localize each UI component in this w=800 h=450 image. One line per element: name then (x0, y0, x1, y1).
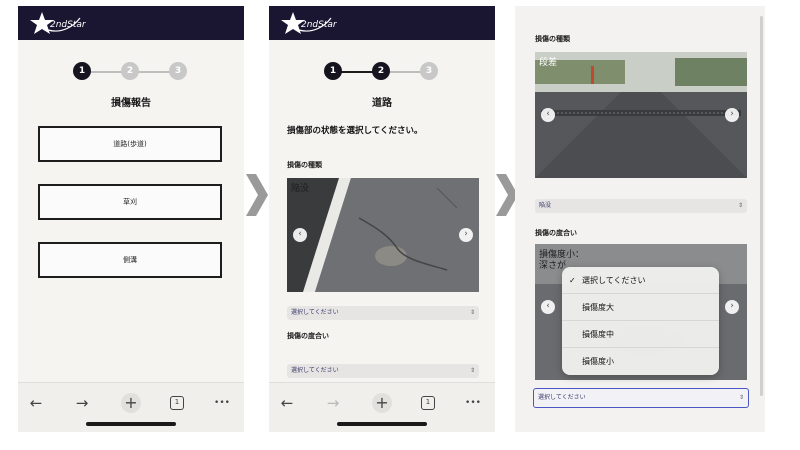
stepper: 1 2 3 (269, 62, 495, 82)
select-value: 陥没 (539, 202, 552, 209)
chevron-right-icon (246, 174, 268, 216)
damage-photo-carousel[interactable]: 段差 ‹ › (535, 52, 747, 178)
new-tab-icon[interactable]: + (372, 393, 392, 413)
tabs-count-icon[interactable]: 1 (421, 396, 435, 410)
prev-photo-icon[interactable]: ‹ (293, 228, 307, 242)
phone-screen-1: 2ndStar 1 2 3 損傷報告 道路(歩道) 草刈 側溝 ← → + 1 … (18, 6, 244, 432)
prev-photo-icon[interactable]: ‹ (541, 300, 555, 314)
select-caret-icon: ⇕ (469, 367, 475, 374)
more-menu-icon[interactable]: ••• (463, 393, 483, 413)
forward-arrow-icon[interactable]: → (323, 393, 343, 413)
instruction-heading: 損傷部の状態を選択してください。 (287, 126, 423, 136)
step-3: 3 (420, 62, 438, 80)
phone-screen-2: 2ndStar 1 2 3 道路 損傷部の状態を選択してください。 損傷の種類 … (269, 6, 495, 432)
dropdown-option-placeholder[interactable]: ✓ 選択してください (562, 267, 719, 294)
next-photo-icon[interactable]: › (725, 300, 739, 314)
step-2: 2 (372, 62, 390, 80)
select-value: 選択してください (291, 309, 339, 316)
damage-degree-label: 損傷の度合い (287, 332, 329, 340)
select-caret-icon: ⇕ (738, 394, 744, 401)
step-damage-photo (535, 52, 747, 178)
dropdown-option-small[interactable]: 損傷度小 (562, 348, 719, 375)
pothole-photo (287, 178, 479, 292)
brand-name: 2ndStar (50, 20, 86, 30)
damage-photo-carousel[interactable]: 陥没 ‹ › (287, 178, 479, 292)
next-photo-icon[interactable]: › (459, 228, 473, 242)
back-arrow-icon[interactable]: ← (26, 393, 46, 413)
home-indicator (86, 422, 176, 426)
damage-type-label: 損傷の種類 (287, 161, 322, 169)
scrollbar[interactable] (760, 16, 763, 396)
dropdown-option-medium[interactable]: 損傷度中 (562, 321, 719, 348)
select-value: 選択してください (291, 367, 339, 374)
select-caret-icon: ⇕ (469, 309, 475, 316)
more-menu-icon[interactable]: ••• (212, 393, 232, 413)
next-photo-icon[interactable]: › (725, 108, 739, 122)
damage-type-select[interactable]: 選択してください ⇕ (287, 306, 479, 320)
damage-degree-select[interactable]: 選択してください ⇕ (533, 388, 749, 408)
brand-name: 2ndStar (301, 20, 337, 30)
browser-toolbar: ← → + 1 ••• (18, 382, 244, 432)
checkmark-icon: ✓ (569, 276, 576, 285)
damage-degree-label: 損傷の度合い (535, 229, 577, 237)
page-title: 道路 (372, 98, 392, 109)
dropdown-option-large[interactable]: 損傷度大 (562, 294, 719, 321)
photo-caption: 段差 (539, 58, 558, 68)
carousel-dots (633, 166, 648, 170)
forward-arrow-icon[interactable]: → (72, 393, 92, 413)
damage-type-label: 損傷の種類 (535, 35, 570, 43)
app-header: 2ndStar (18, 6, 244, 40)
degree-dropdown-menu: ✓ 選択してください 損傷度大 損傷度中 損傷度小 (562, 267, 719, 375)
damage-degree-select[interactable]: 選択してください ⇕ (287, 364, 479, 378)
select-caret-icon: ⇕ (737, 202, 743, 209)
gutter-button[interactable]: 側溝 (38, 242, 222, 278)
option-label: 選択してください (582, 276, 646, 285)
tabs-count-icon[interactable]: 1 (170, 396, 184, 410)
step-3: 3 (169, 62, 187, 80)
photo-caption: 陥没 (291, 184, 310, 194)
step-1: 1 (73, 62, 91, 80)
page-title: 損傷報告 (111, 98, 151, 109)
new-tab-icon[interactable]: + (121, 393, 141, 413)
browser-toolbar: ← → + 1 ••• (269, 382, 495, 432)
prev-photo-icon[interactable]: ‹ (541, 108, 555, 122)
back-arrow-icon[interactable]: ← (277, 393, 297, 413)
app-header: 2ndStar (269, 6, 495, 40)
damage-type-select[interactable]: 陥没 ⇕ (535, 199, 747, 213)
step-1: 1 (324, 62, 342, 80)
tutorial-stage: 2ndStar 1 2 3 損傷報告 道路(歩道) 草刈 側溝 ← → + 1 … (0, 0, 800, 450)
select-value: 選択してください (538, 394, 586, 401)
step-2: 2 (121, 62, 139, 80)
carousel-dots (373, 282, 388, 286)
home-indicator (337, 422, 427, 426)
phone-screen-3: 損傷の種類 段差 ‹ › 陥没 ⇕ 損傷の度合い 損傷度小： 深さが ‹ › ✓… (515, 6, 765, 432)
stepper: 1 2 3 (18, 62, 244, 82)
mowing-button[interactable]: 草刈 (38, 184, 222, 220)
road-sidewalk-button[interactable]: 道路(歩道) (38, 126, 222, 162)
